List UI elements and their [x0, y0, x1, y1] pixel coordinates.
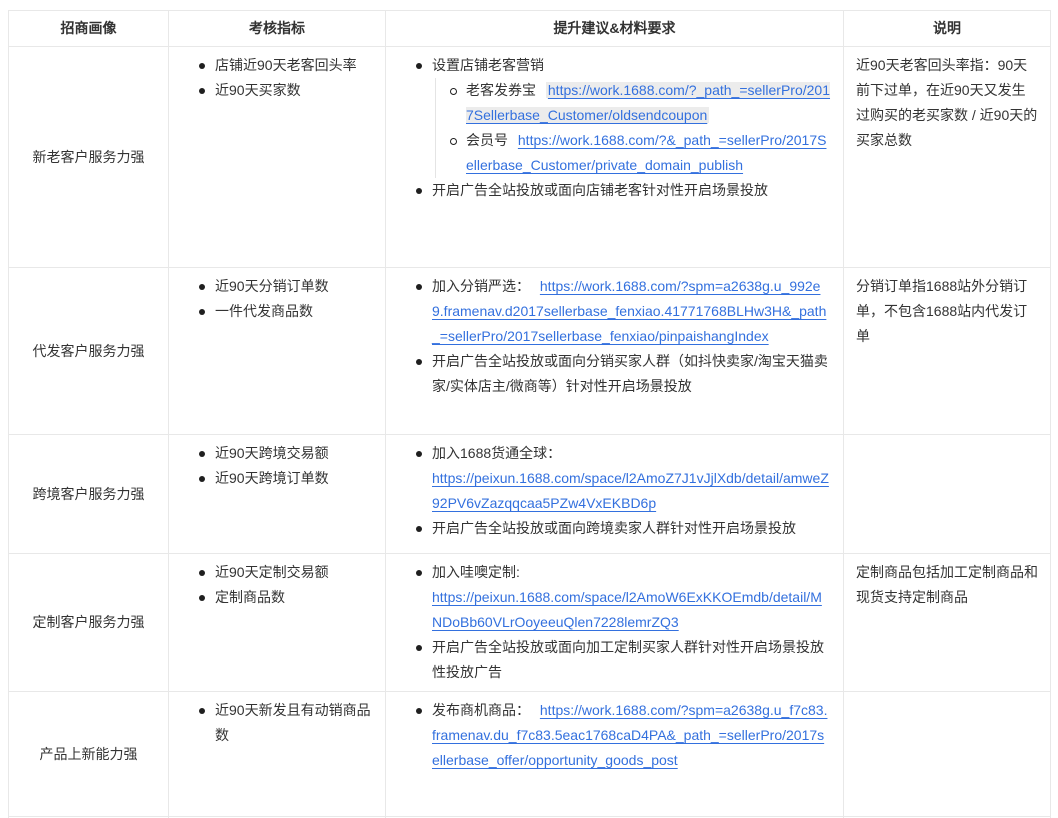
list-item: 设置店铺老客营销 老客发券宝 https://work.1688.com/?_p…: [414, 53, 831, 178]
notes-cell: [844, 692, 1051, 817]
suggestion-list: 设置店铺老客营销 老客发券宝 https://work.1688.com/?_p…: [398, 53, 831, 203]
indicators-cell: 近90天定制交易额 定制商品数: [169, 554, 386, 692]
portrait-cell: 定制客户服务力强: [9, 554, 169, 692]
indicators-cell: 近90天跨境交易额 近90天跨境订单数: [169, 435, 386, 554]
indicator-list: 近90天分销订单数 一件代发商品数: [181, 274, 373, 324]
suggestions-cell: 发布商机商品： https://work.1688.com/?spm=a2638…: [386, 692, 844, 817]
list-item: 一件代发商品数: [197, 299, 373, 324]
list-item: 近90天定制交易额: [197, 560, 373, 585]
list-item: 开启广告全站投放或面向店铺老客针对性开启场景投放: [414, 178, 831, 203]
indicator-list: 近90天跨境交易额 近90天跨境订单数: [181, 441, 373, 491]
list-item: 开启广告全站投放或面向跨境卖家人群针对性开启场景投放: [414, 516, 831, 541]
list-item: 近90天新发且有动销商品数: [197, 698, 373, 748]
suggestion-sublist: 老客发券宝 https://work.1688.com/?_path_=sell…: [435, 78, 831, 178]
suggestion-list: 加入分销严选： https://work.1688.com/?spm=a2638…: [398, 274, 831, 399]
indicator-list: 近90天新发且有动销商品数: [181, 698, 373, 748]
suggestion-text: 发布商机商品：: [432, 702, 530, 718]
suggestion-text: 加入哇噢定制:: [432, 564, 520, 580]
table-row: 定制客户服务力强 近90天定制交易额 定制商品数 加入哇噢定制: https:/…: [9, 554, 1051, 692]
list-item: 会员号 https://work.1688.com/?&_path_=selle…: [448, 128, 831, 178]
list-item: 近90天跨境交易额: [197, 441, 373, 466]
portrait-cell: 产品上新能力强: [9, 692, 169, 817]
header-indicators: 考核指标: [169, 11, 386, 47]
member-card-link[interactable]: https://work.1688.com/?&_path_=sellerPro…: [466, 132, 826, 173]
list-item: 开启广告全站投放或面向分销买家人群（如抖快卖家/淘宝天猫卖家/实体店主/微商等）…: [414, 349, 831, 399]
waou-dingzhi-link[interactable]: https://peixun.1688.com/space/l2AmoW6ExK…: [432, 585, 831, 635]
suggestion-text: 加入1688货通全球：: [432, 445, 561, 461]
notes-cell: 分销订单指1688站外分销订单，不包含1688站内代发订单: [844, 268, 1051, 435]
notes-cell: [844, 435, 1051, 554]
header-portrait: 招商画像: [9, 11, 169, 47]
header-notes: 说明: [844, 11, 1051, 47]
notes-cell: 近90天老客回头率指：90天前下过单，在近90天又发生过购买的老买家数 / 近9…: [844, 47, 1051, 268]
list-item: 近90天跨境订单数: [197, 466, 373, 491]
indicators-cell: 近90天新发且有动销商品数: [169, 692, 386, 817]
suggestion-text: 设置店铺老客营销: [432, 57, 544, 73]
list-item: 加入分销严选： https://work.1688.com/?spm=a2638…: [414, 274, 831, 349]
list-item: 加入哇噢定制: https://peixun.1688.com/space/l2…: [414, 560, 831, 635]
list-item: 开启广告全站投放或面向加工定制买家人群针对性开启场景投放性投放广告: [414, 635, 831, 685]
list-item: 近90天分销订单数: [197, 274, 373, 299]
indicators-cell: 近90天分销订单数 一件代发商品数: [169, 268, 386, 435]
sublink-label: 会员号: [466, 132, 508, 148]
list-item: 定制商品数: [197, 585, 373, 610]
portrait-cell: 代发客户服务力强: [9, 268, 169, 435]
header-row: 招商画像 考核指标 提升建议&材料要求 说明: [9, 11, 1051, 47]
indicator-list: 店铺近90天老客回头率 近90天买家数: [181, 53, 373, 103]
suggestions-cell: 加入分销严选： https://work.1688.com/?spm=a2638…: [386, 268, 844, 435]
assessment-table: 招商画像 考核指标 提升建议&材料要求 说明 新老客户服务力强 店铺近90天老客…: [8, 10, 1051, 818]
assessment-table-container: 招商画像 考核指标 提升建议&材料要求 说明 新老客户服务力强 店铺近90天老客…: [8, 10, 1050, 818]
sublink-label: 老客发券宝: [466, 82, 536, 98]
indicators-cell: 店铺近90天老客回头率 近90天买家数: [169, 47, 386, 268]
portrait-cell: 新老客户服务力强: [9, 47, 169, 268]
indicator-list: 近90天定制交易额 定制商品数: [181, 560, 373, 610]
huotong-quanqiu-link[interactable]: https://peixun.1688.com/space/l2AmoZ7J1v…: [432, 466, 831, 516]
table-row: 新老客户服务力强 店铺近90天老客回头率 近90天买家数 设置店铺老客营销 老客…: [9, 47, 1051, 268]
table-row: 代发客户服务力强 近90天分销订单数 一件代发商品数 加入分销严选： https…: [9, 268, 1051, 435]
list-item: 发布商机商品： https://work.1688.com/?spm=a2638…: [414, 698, 831, 773]
list-item: 加入1688货通全球： https://peixun.1688.com/spac…: [414, 441, 831, 516]
list-item: 店铺近90天老客回头率: [197, 53, 373, 78]
table-row: 跨境客户服务力强 近90天跨境交易额 近90天跨境订单数 加入1688货通全球：…: [9, 435, 1051, 554]
suggestions-cell: 设置店铺老客营销 老客发券宝 https://work.1688.com/?_p…: [386, 47, 844, 268]
notes-cell: 定制商品包括加工定制商品和现货支持定制商品: [844, 554, 1051, 692]
list-item: 近90天买家数: [197, 78, 373, 103]
list-item: 老客发券宝 https://work.1688.com/?_path_=sell…: [448, 78, 831, 128]
suggestions-cell: 加入1688货通全球： https://peixun.1688.com/spac…: [386, 435, 844, 554]
suggestion-list: 发布商机商品： https://work.1688.com/?spm=a2638…: [398, 698, 831, 773]
suggestion-text: 加入分销严选：: [432, 278, 530, 294]
suggestion-list: 加入哇噢定制: https://peixun.1688.com/space/l2…: [398, 560, 831, 685]
header-suggestions: 提升建议&材料要求: [386, 11, 844, 47]
suggestions-cell: 加入哇噢定制: https://peixun.1688.com/space/l2…: [386, 554, 844, 692]
portrait-cell: 跨境客户服务力强: [9, 435, 169, 554]
table-row: 产品上新能力强 近90天新发且有动销商品数 发布商机商品： https://wo…: [9, 692, 1051, 817]
suggestion-list: 加入1688货通全球： https://peixun.1688.com/spac…: [398, 441, 831, 541]
